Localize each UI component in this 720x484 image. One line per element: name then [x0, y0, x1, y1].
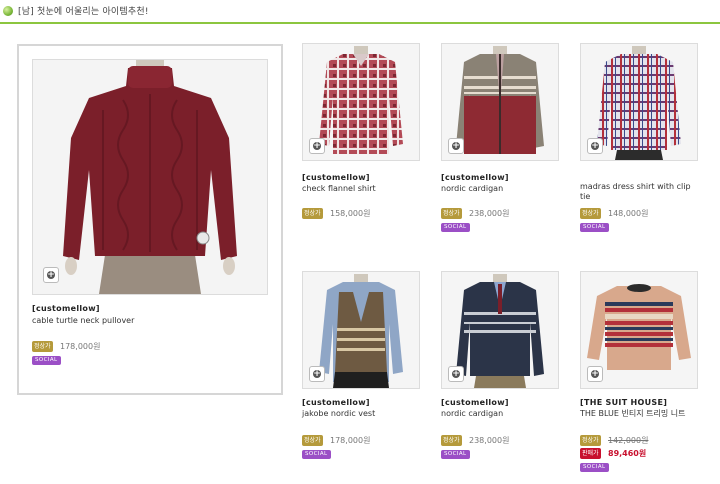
product-card[interactable]: [THE SUIT HOUSE] THE BLUE 빈티지 트리밍 니트 정상가… — [580, 271, 700, 476]
price-tag-label: 정상가 — [302, 435, 323, 446]
product-price: 148,000원 — [608, 209, 649, 218]
social-badge: SOCIAL — [580, 463, 609, 472]
product-card[interactable]: [customellow] jakobe nordic vest 정상가 178… — [302, 271, 420, 466]
product-name[interactable]: jakobe nordic vest — [302, 409, 420, 419]
product-name[interactable]: nordic cardigan — [441, 184, 559, 194]
price-row: 정상가 178,000원 — [32, 341, 152, 353]
product-brand[interactable]: [THE SUIT HOUSE] — [580, 398, 667, 407]
product-name[interactable]: nordic cardigan — [441, 409, 559, 419]
zoom-plus-icon[interactable] — [43, 267, 59, 283]
product-price: 178,000원 — [330, 436, 371, 445]
price-row: 정상가 148,000원 — [580, 208, 698, 220]
turtleneck-sweater-image — [33, 60, 267, 294]
zoom-plus-icon[interactable] — [448, 138, 464, 154]
product-brand[interactable]: [customellow] — [441, 173, 509, 182]
sale-price: 89,460원 — [608, 449, 647, 458]
product-card[interactable]: [customellow] check flannel shirt 정상가 15… — [302, 43, 420, 233]
product-name[interactable]: madras dress shirt with clip tie — [580, 182, 698, 202]
product-image[interactable] — [302, 271, 420, 389]
section-title: [남] 첫눈에 어울리는 아이템추천! — [18, 7, 149, 17]
product-image[interactable] — [580, 43, 698, 161]
price-tag-label: 정상가 — [580, 208, 601, 219]
zoom-plus-icon[interactable] — [587, 138, 603, 154]
product-name[interactable]: cable turtle neck pullover — [32, 316, 262, 326]
section-header: [남] 첫눈에 어울리는 아이템추천! — [0, 0, 720, 24]
product-card[interactable]: [customellow] nordic cardigan 정상가 238,00… — [441, 43, 559, 233]
zoom-plus-icon[interactable] — [587, 366, 603, 382]
product-price: 158,000원 — [330, 209, 371, 218]
product-image[interactable] — [580, 271, 698, 389]
product-price: 238,000원 — [469, 209, 510, 218]
zoom-plus-icon[interactable] — [309, 138, 325, 154]
product-brand[interactable]: [customellow] — [302, 173, 370, 182]
product-name[interactable]: check flannel shirt — [302, 184, 420, 194]
price-tag-label: 정상가 — [441, 208, 462, 219]
product-image[interactable] — [302, 43, 420, 161]
price-tag-label: 정상가 — [441, 435, 462, 446]
product-price: 238,000원 — [469, 436, 510, 445]
product-price: 178,000원 — [60, 342, 101, 351]
product-image[interactable] — [441, 271, 559, 389]
featured-product-card[interactable]: [customellow] cable turtle neck pullover… — [17, 44, 283, 395]
social-badge: SOCIAL — [580, 223, 609, 232]
zoom-plus-icon[interactable] — [309, 366, 325, 382]
price-row: 정상가 142,000원 — [580, 435, 698, 447]
product-price: 142,000원 — [608, 436, 649, 445]
social-badge: SOCIAL — [441, 450, 470, 459]
header-divider — [0, 22, 720, 24]
product-image[interactable] — [441, 43, 559, 161]
price-row: 정상가 238,000원 — [441, 208, 559, 220]
price-tag-label: 정상가 — [32, 341, 53, 352]
price-tag-label: 정상가 — [302, 208, 323, 219]
product-card[interactable]: [customellow] nordic cardigan 정상가 238,00… — [441, 271, 559, 466]
social-badge: SOCIAL — [302, 450, 331, 459]
product-brand[interactable]: [customellow] — [441, 398, 509, 407]
price-row: 정상가 178,000원 — [302, 435, 420, 447]
social-badge: SOCIAL — [32, 356, 61, 365]
green-dot-icon — [3, 6, 13, 16]
product-brand[interactable]: [customellow] — [32, 304, 100, 313]
product-name[interactable]: THE BLUE 빈티지 트리밍 니트 — [580, 409, 698, 419]
social-badge: SOCIAL — [441, 223, 470, 232]
featured-product-image[interactable] — [32, 59, 268, 295]
price-tag-label: 정상가 — [580, 435, 601, 446]
price-row: 정상가 158,000원 — [302, 208, 420, 220]
sale-price-row: 판매가 89,460원 — [580, 448, 698, 460]
product-card[interactable]: madras dress shirt with clip tie 정상가 148… — [580, 43, 700, 233]
price-row: 정상가 238,000원 — [441, 435, 559, 447]
zoom-plus-icon[interactable] — [448, 366, 464, 382]
sale-tag-label: 판매가 — [580, 448, 601, 459]
product-brand[interactable]: [customellow] — [302, 398, 370, 407]
